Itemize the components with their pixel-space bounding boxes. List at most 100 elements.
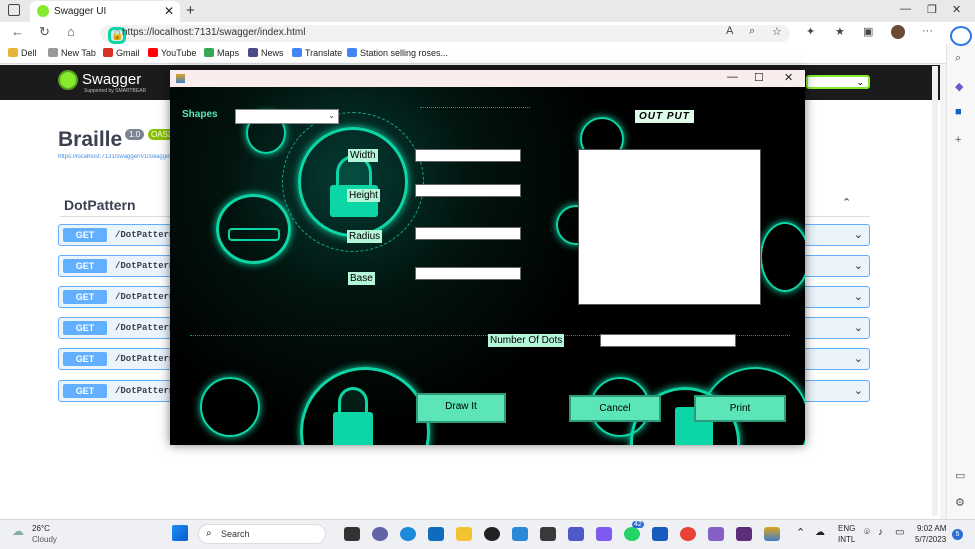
outlook-icon[interactable]: ■ xyxy=(955,106,962,118)
favorite-icon[interactable]: ☆ xyxy=(772,25,782,38)
start-icon[interactable] xyxy=(172,525,188,541)
more-icon[interactable]: ··· xyxy=(922,25,933,37)
collections-icon[interactable]: ▣ xyxy=(863,25,873,38)
dots-input[interactable] xyxy=(600,334,736,347)
word-icon[interactable] xyxy=(652,527,668,541)
task-view-icon[interactable] xyxy=(344,527,360,541)
maximize-icon[interactable]: ☐ xyxy=(754,71,764,84)
search-icon: ⌕ xyxy=(206,528,212,539)
network-icon[interactable]: ⌾ xyxy=(864,527,870,538)
bookmark-station[interactable]: Station selling roses... xyxy=(347,48,448,58)
weather-icon[interactable]: ☁ xyxy=(12,524,28,538)
swagger-json-link[interactable]: https://localhost:7131/swagger/v1/swagge… xyxy=(58,154,170,160)
bookmark-dell[interactable]: Dell xyxy=(8,48,37,58)
bookmark-youtube[interactable]: YouTube xyxy=(148,48,196,58)
width-input[interactable] xyxy=(415,149,521,162)
read-aloud-icon[interactable]: A xyxy=(726,25,733,37)
extensions-icon[interactable]: ✦ xyxy=(806,25,815,38)
file-explorer-icon[interactable] xyxy=(456,527,472,541)
chevron-down-icon[interactable]: ⌄ xyxy=(854,290,863,303)
restore-icon[interactable]: ❐ xyxy=(927,3,937,16)
search-icon[interactable]: ⌕ xyxy=(955,52,961,65)
bookmark-newtab[interactable]: New Tab xyxy=(48,48,96,58)
add-icon[interactable]: + xyxy=(955,134,961,146)
back-icon[interactable]: ← xyxy=(11,24,24,39)
clock-date[interactable]: 5/7/2023 xyxy=(915,535,946,544)
tab-title: Swagger UI xyxy=(54,6,107,17)
mail-icon[interactable] xyxy=(428,527,444,541)
bookmark-translate[interactable]: Translate xyxy=(292,48,342,58)
radius-input[interactable] xyxy=(415,227,521,240)
sidebar-layout-icon[interactable]: ▭ xyxy=(955,469,965,482)
method-badge: GET xyxy=(63,384,107,398)
todo-icon[interactable] xyxy=(512,527,528,541)
settings-icon[interactable]: ⚙ xyxy=(955,496,965,509)
bookmark-maps[interactable]: Maps xyxy=(204,48,239,58)
teams-icon[interactable] xyxy=(568,527,584,541)
chevron-up-icon[interactable]: ⌃ xyxy=(796,526,805,539)
terminal-icon[interactable] xyxy=(736,527,752,541)
shapes-dropdown[interactable]: ⌄ xyxy=(235,109,339,124)
translate-icon xyxy=(292,48,302,57)
base-input[interactable] xyxy=(415,267,521,280)
bookmark-gmail[interactable]: Gmail xyxy=(103,48,140,58)
news-icon xyxy=(248,48,258,57)
zoom-icon[interactable]: ⌕ xyxy=(749,25,755,38)
api-title: Braille xyxy=(58,128,123,151)
chrome-icon[interactable] xyxy=(680,527,696,541)
chevron-down-icon[interactable]: ⌄ xyxy=(854,259,863,272)
home-icon[interactable]: ⌂ xyxy=(67,24,75,39)
chevron-down-icon: ⌄ xyxy=(328,111,335,120)
swagger-brand: Swagger xyxy=(82,71,142,88)
method-badge: GET xyxy=(63,228,107,242)
tools-icon[interactable]: ◆ xyxy=(955,80,963,93)
address-bar[interactable]: 🔒 https://localhost:7131/swagger/index.h… xyxy=(100,25,790,44)
minimize-icon[interactable]: — xyxy=(727,71,738,83)
chevron-down-icon[interactable]: ⌄ xyxy=(854,228,863,241)
cloud-icon[interactable]: ☁ xyxy=(815,527,825,538)
edge-icon[interactable] xyxy=(400,527,416,541)
chevron-down-icon[interactable]: ⌄ xyxy=(854,352,863,365)
refresh-icon[interactable]: ↻ xyxy=(39,24,50,40)
dell-icon[interactable] xyxy=(484,527,500,541)
calculator-icon[interactable] xyxy=(540,527,556,541)
bing-icon[interactable] xyxy=(950,26,972,46)
profile-avatar[interactable] xyxy=(891,25,905,39)
print-button[interactable]: Print xyxy=(694,395,786,422)
clock-time[interactable]: 9:02 AM xyxy=(917,524,946,533)
language-layout[interactable]: INTL xyxy=(838,535,855,544)
battery-icon[interactable]: ▭ xyxy=(895,527,904,538)
height-input[interactable] xyxy=(415,184,521,197)
running-app-icon[interactable] xyxy=(764,527,780,541)
chat-icon[interactable] xyxy=(372,527,388,541)
form-title-bar xyxy=(170,70,805,87)
favorites-icon[interactable]: ★ xyxy=(835,25,845,38)
minimize-icon[interactable]: — xyxy=(900,3,911,15)
weather-temp[interactable]: 26°C xyxy=(32,524,50,533)
new-tab-button[interactable]: + xyxy=(186,2,195,19)
tab-close-icon[interactable]: ✕ xyxy=(164,4,174,18)
tab-actions-icon[interactable] xyxy=(8,4,20,16)
draw-it-button[interactable]: Draw It xyxy=(416,393,506,423)
collapse-icon[interactable]: ⌃ xyxy=(842,196,851,209)
volume-icon[interactable]: ♪ xyxy=(878,527,883,538)
language-code[interactable]: ENG xyxy=(838,524,855,533)
whatsapp-icon[interactable] xyxy=(624,527,640,541)
folder-icon xyxy=(8,48,18,57)
close-icon[interactable]: ✕ xyxy=(784,71,793,84)
chevron-down-icon[interactable]: ⌄ xyxy=(854,321,863,334)
visual-studio-icon[interactable] xyxy=(708,527,724,541)
browser-tab[interactable]: Swagger UI ✕ xyxy=(30,1,180,22)
chevron-down-icon[interactable]: ⌄ xyxy=(854,384,863,397)
close-window-icon[interactable]: ✕ xyxy=(952,3,961,16)
base-label: Base xyxy=(348,272,375,285)
group-title[interactable]: DotPattern xyxy=(64,197,136,213)
app-icon[interactable] xyxy=(596,527,612,541)
definition-select[interactable]: ⌄ xyxy=(806,75,870,89)
taskbar-search[interactable]: ⌕ Search xyxy=(198,524,326,544)
notification-badge[interactable]: 5 xyxy=(952,529,963,540)
weather-text[interactable]: Cloudy xyxy=(32,535,57,544)
page-scrollbar[interactable] xyxy=(932,66,938,516)
cancel-button[interactable]: Cancel xyxy=(569,395,661,422)
bookmark-news[interactable]: News xyxy=(248,48,284,58)
